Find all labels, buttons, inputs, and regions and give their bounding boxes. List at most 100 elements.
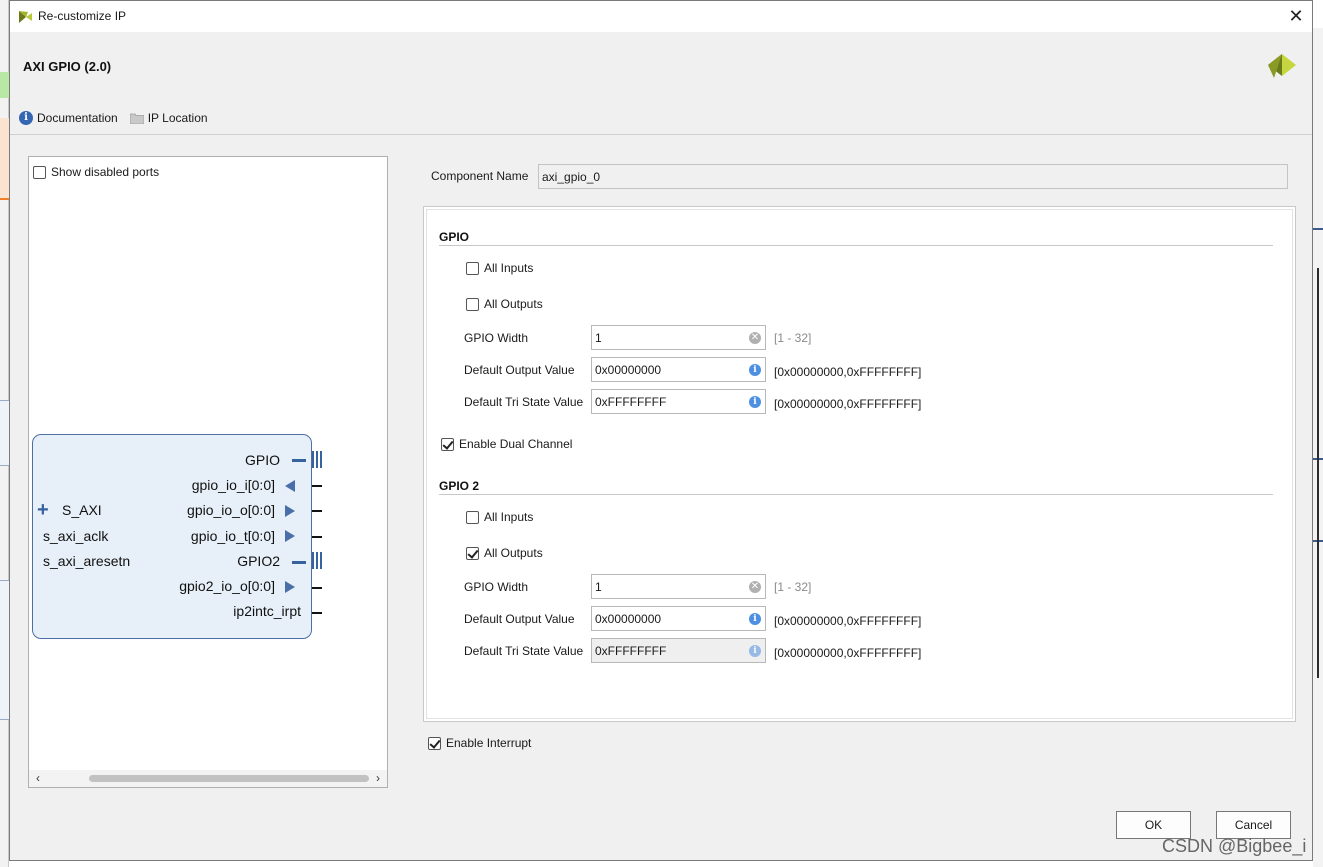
component-name-label: Component Name bbox=[431, 169, 529, 183]
gpio2-width-label: GPIO Width bbox=[464, 580, 529, 594]
gpio-default-tri-input[interactable]: 0xFFFFFFFF i bbox=[591, 389, 766, 414]
enable-interrupt-checkbox[interactable] bbox=[428, 736, 441, 750]
scroll-left-icon[interactable]: ‹ bbox=[31, 770, 45, 787]
gpio2-width-range: [1 - 32] bbox=[774, 580, 812, 594]
close-button[interactable]: ✕ bbox=[1286, 6, 1306, 26]
component-name-input[interactable]: axi_gpio_0 bbox=[538, 164, 1288, 189]
pin-line bbox=[312, 587, 322, 589]
pin-line bbox=[312, 612, 322, 614]
gpio2-all-outputs-label: All Outputs bbox=[484, 546, 543, 560]
enable-dual-channel-label: Enable Dual Channel bbox=[459, 437, 573, 451]
enable-interrupt-option[interactable]: Enable Interrupt bbox=[428, 736, 531, 750]
output-arrow-icon bbox=[285, 530, 295, 542]
gpio2-section-divider bbox=[439, 494, 1273, 495]
ok-button[interactable]: OK bbox=[1116, 811, 1191, 839]
cancel-button[interactable]: Cancel bbox=[1216, 811, 1291, 839]
enable-interrupt-label: Enable Interrupt bbox=[446, 736, 532, 750]
gpio-bus-pin bbox=[312, 451, 322, 468]
gpio2-width-input[interactable]: 1 ✕ bbox=[591, 574, 766, 599]
gpio2-default-tri-label: Default Tri State Value bbox=[464, 644, 584, 658]
horizontal-scrollbar[interactable]: ‹ › bbox=[29, 770, 387, 787]
gpio-all-outputs-option[interactable]: All Outputs bbox=[466, 297, 543, 311]
gpio-default-output-input[interactable]: 0x00000000 i bbox=[591, 357, 766, 382]
gpio2-default-output-range: [0x00000000,0xFFFFFFFF] bbox=[774, 614, 922, 628]
xilinx-logo-icon bbox=[19, 11, 32, 23]
enable-dual-channel-option[interactable]: Enable Dual Channel bbox=[441, 437, 572, 451]
gpio-width-input[interactable]: 1 ✕ bbox=[591, 325, 766, 350]
gpio2-default-output-label: Default Output Value bbox=[464, 612, 575, 626]
gpio-width-value: 1 bbox=[595, 331, 602, 345]
info-icon[interactable]: i bbox=[749, 645, 761, 657]
title-bar: Re-customize IP ✕ bbox=[10, 1, 1312, 32]
gpio2-bus-marker bbox=[292, 561, 306, 564]
port-ip2intc-irpt: ip2intc_irpt bbox=[233, 603, 301, 619]
gpio-default-tri-range: [0x00000000,0xFFFFFFFF] bbox=[774, 397, 922, 411]
show-disabled-ports-toggle[interactable]: Show disabled ports bbox=[33, 165, 159, 179]
gpio2-bus-pin bbox=[312, 552, 322, 569]
pin-line bbox=[312, 485, 322, 487]
gpio-default-tri-label: Default Tri State Value bbox=[464, 395, 584, 409]
port-gpio: GPIO bbox=[244, 452, 280, 468]
port-s-axi: S_AXI bbox=[62, 502, 102, 518]
gpio-default-tri-value: 0xFFFFFFFF bbox=[595, 395, 667, 409]
clear-icon[interactable]: ✕ bbox=[749, 581, 761, 593]
gpio-all-inputs-checkbox[interactable] bbox=[466, 261, 479, 275]
gpio-section-title: GPIO bbox=[439, 230, 470, 244]
gpio2-width-value: 1 bbox=[595, 580, 602, 594]
ip-location-link[interactable]: IP Location bbox=[129, 111, 208, 125]
dialog-header: AXI GPIO (2.0) i Documentation IP Locati… bbox=[10, 32, 1312, 135]
port-gpio-io-t: gpio_io_t[0:0] bbox=[190, 528, 275, 544]
enable-dual-channel-checkbox[interactable] bbox=[441, 437, 454, 451]
info-icon[interactable]: i bbox=[749, 613, 761, 625]
info-icon[interactable]: i bbox=[749, 396, 761, 408]
port-s-axi-aclk: s_axi_aclk bbox=[43, 528, 109, 544]
window-title: Re-customize IP bbox=[38, 9, 127, 23]
xilinx-logo-icon bbox=[1268, 54, 1296, 78]
port-gpio2-io-o: gpio2_io_o[0:0] bbox=[179, 578, 275, 594]
gpio2-all-inputs-option[interactable]: All Inputs bbox=[466, 510, 533, 524]
documentation-link[interactable]: i Documentation bbox=[19, 111, 118, 125]
gpio-all-outputs-label: All Outputs bbox=[484, 297, 543, 311]
output-arrow-icon bbox=[285, 505, 295, 517]
gpio2-default-output-value: 0x00000000 bbox=[595, 612, 662, 626]
gpio-section-divider bbox=[439, 245, 1273, 246]
gpio2-all-inputs-checkbox[interactable] bbox=[466, 510, 479, 524]
gpio-all-inputs-label: All Inputs bbox=[484, 261, 534, 275]
ip-location-label: IP Location bbox=[147, 111, 208, 125]
pin-line bbox=[312, 536, 322, 538]
pin-line bbox=[312, 510, 322, 512]
watermark-text: CSDN @Bigbee_i bbox=[1162, 836, 1307, 856]
gpio2-default-output-input[interactable]: 0x00000000 i bbox=[591, 606, 766, 631]
background-window-left bbox=[0, 0, 9, 867]
port-s-axi-aresetn: s_axi_aresetn bbox=[43, 553, 131, 569]
documentation-label: Documentation bbox=[37, 111, 118, 125]
re-customize-ip-dialog: Re-customize IP ✕ AXI GPIO (2.0) i Docum… bbox=[9, 0, 1313, 861]
clear-icon[interactable]: ✕ bbox=[749, 332, 761, 344]
ip-block-symbol: + S_AXI s_axi_aclk s_axi_aresetn GPIO gp… bbox=[32, 434, 312, 639]
input-arrow-icon bbox=[285, 480, 295, 492]
gpio-default-output-label: Default Output Value bbox=[464, 363, 575, 377]
gpio-bus-marker bbox=[292, 459, 306, 462]
gpio-all-outputs-checkbox[interactable] bbox=[466, 297, 479, 311]
gpio2-all-inputs-label: All Inputs bbox=[484, 510, 534, 524]
show-disabled-ports-label: Show disabled ports bbox=[51, 165, 160, 179]
gpio2-default-tri-range: [0x00000000,0xFFFFFFFF] bbox=[774, 646, 922, 660]
info-icon: i bbox=[19, 111, 33, 125]
gpio2-default-tri-input: 0xFFFFFFFF i bbox=[591, 638, 766, 663]
show-disabled-ports-checkbox[interactable] bbox=[33, 165, 46, 179]
gpio-width-label: GPIO Width bbox=[464, 331, 529, 345]
gpio-width-range: [1 - 32] bbox=[774, 331, 812, 345]
scroll-thumb[interactable] bbox=[89, 775, 369, 782]
info-icon[interactable]: i bbox=[749, 364, 761, 376]
scroll-right-icon[interactable]: › bbox=[371, 770, 385, 787]
port-gpio-io-i: gpio_io_i[0:0] bbox=[191, 477, 275, 493]
expand-s-axi-icon[interactable]: + bbox=[37, 500, 49, 520]
gpio2-all-outputs-checkbox[interactable] bbox=[466, 546, 479, 560]
ip-symbol-panel: Show disabled ports + S_AXI s_axi_aclk s… bbox=[28, 156, 388, 788]
gpio2-all-outputs-option[interactable]: All Outputs bbox=[466, 546, 543, 560]
gpio-default-output-range: [0x00000000,0xFFFFFFFF] bbox=[774, 365, 922, 379]
gpio2-section-title: GPIO 2 bbox=[439, 479, 480, 493]
parameters-panel: GPIO All Inputs All Outputs GPIO Width 1… bbox=[423, 206, 1296, 722]
gpio-all-inputs-option[interactable]: All Inputs bbox=[466, 261, 533, 275]
port-gpio2: GPIO2 bbox=[237, 553, 280, 569]
